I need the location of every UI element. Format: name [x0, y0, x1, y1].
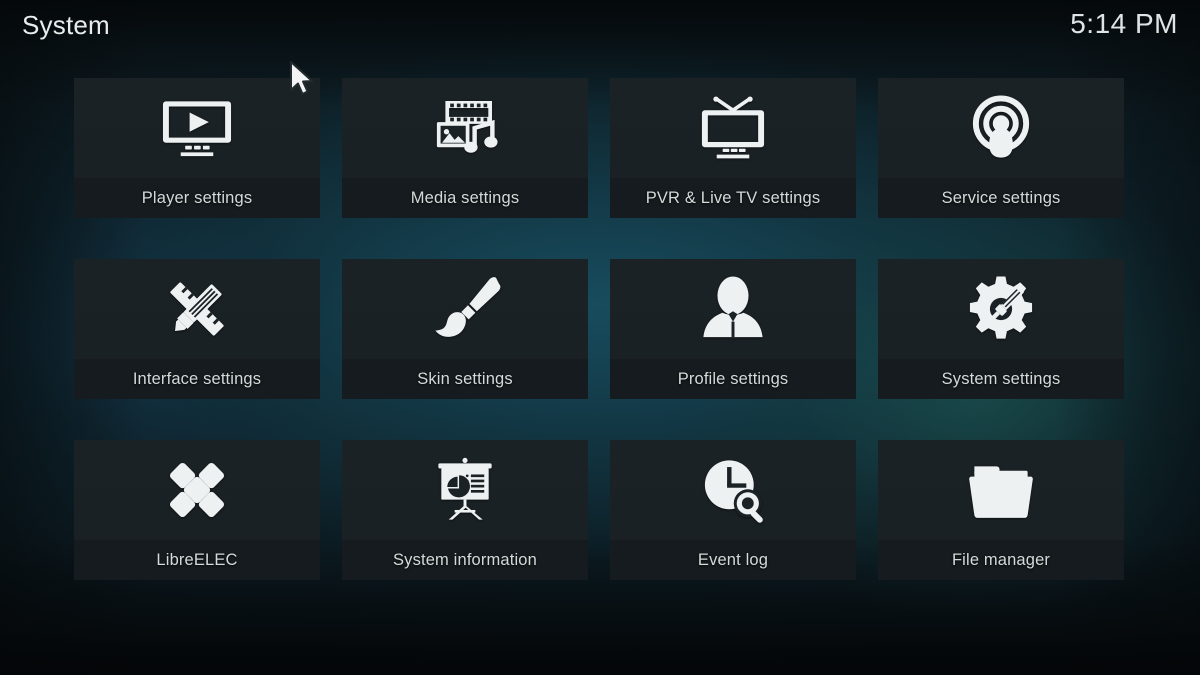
tile-service-settings[interactable]: Service settings: [878, 78, 1124, 218]
paintbrush-icon: [342, 259, 588, 359]
monitor-play-icon: [74, 78, 320, 178]
tile-profile-settings[interactable]: Profile settings: [610, 259, 856, 399]
film-photo-music-icon: [342, 78, 588, 178]
pencil-ruler-icon: [74, 259, 320, 359]
tile-label: Player settings: [74, 178, 320, 218]
tile-label: System settings: [878, 359, 1124, 399]
tile-label: Media settings: [342, 178, 588, 218]
kodi-system-screen: System 5:14 PM Player settings Media set…: [0, 0, 1200, 675]
tile-label: Skin settings: [342, 359, 588, 399]
clock-magnifier-icon: [610, 440, 856, 540]
tile-system-settings[interactable]: System settings: [878, 259, 1124, 399]
libreelec-diamonds-icon: [74, 440, 320, 540]
tile-label: PVR & Live TV settings: [610, 178, 856, 218]
tile-system-information[interactable]: System information: [342, 440, 588, 580]
gear-screwdriver-icon: [878, 259, 1124, 359]
broadcast-person-icon: [878, 78, 1124, 178]
tile-label: Profile settings: [610, 359, 856, 399]
page-title: System: [22, 10, 110, 40]
top-bar: System 5:14 PM: [0, 0, 1200, 58]
tile-libreelec[interactable]: LibreELEC: [74, 440, 320, 580]
tile-pvr-live-tv-settings[interactable]: PVR & Live TV settings: [610, 78, 856, 218]
tile-event-log[interactable]: Event log: [610, 440, 856, 580]
tile-label: System information: [342, 540, 588, 580]
tile-media-settings[interactable]: Media settings: [342, 78, 588, 218]
folder-icon: [878, 440, 1124, 540]
tile-file-manager[interactable]: File manager: [878, 440, 1124, 580]
tile-label: LibreELEC: [74, 540, 320, 580]
tile-skin-settings[interactable]: Skin settings: [342, 259, 588, 399]
presentation-chart-icon: [342, 440, 588, 540]
tile-label: Event log: [610, 540, 856, 580]
person-bust-icon: [610, 259, 856, 359]
tv-antenna-icon: [610, 78, 856, 178]
settings-grid: Player settings Media settings PVR & Liv…: [74, 78, 1126, 580]
tile-interface-settings[interactable]: Interface settings: [74, 259, 320, 399]
tile-label: Interface settings: [74, 359, 320, 399]
tile-player-settings[interactable]: Player settings: [74, 78, 320, 218]
clock-label: 5:14 PM: [1070, 8, 1178, 39]
tile-label: Service settings: [878, 178, 1124, 218]
tile-label: File manager: [878, 540, 1124, 580]
